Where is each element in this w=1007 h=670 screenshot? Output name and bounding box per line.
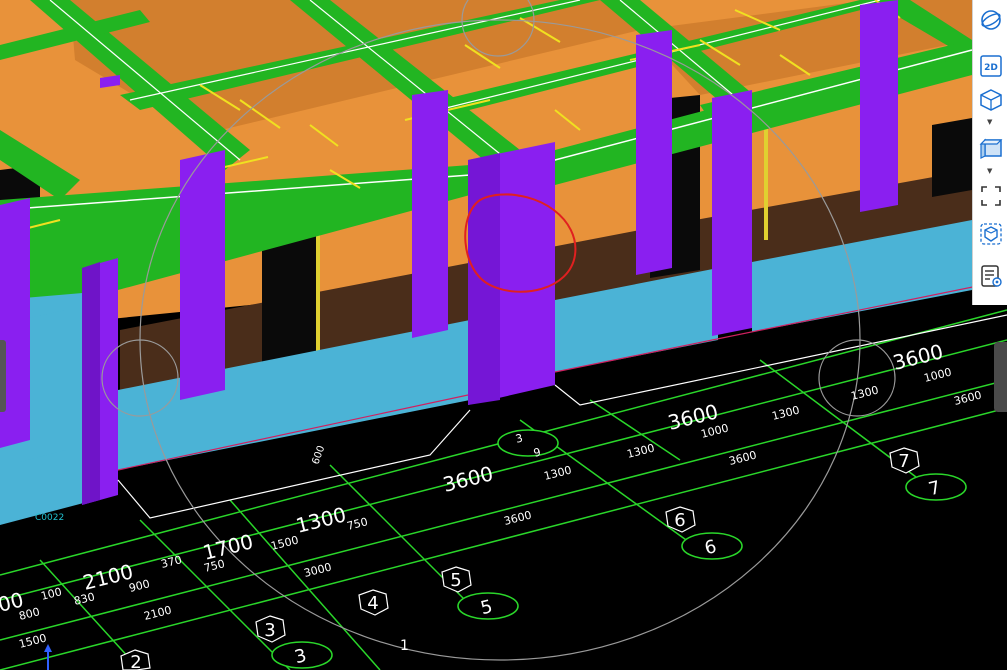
view-2d-button[interactable]: 2D bbox=[977, 52, 1005, 80]
model-3d-viewport[interactable]: 3600 3600 3600 1300 1700 2100 00 1000 36… bbox=[0, 0, 1007, 670]
orbit-icon[interactable] bbox=[977, 6, 1005, 34]
column bbox=[712, 90, 752, 336]
right-panel-handle[interactable] bbox=[994, 342, 1007, 412]
column-side bbox=[468, 153, 500, 405]
grid-bubble-upper: 7 bbox=[898, 451, 909, 472]
view-toolbar: 2D ▼ ▼ bbox=[972, 0, 1007, 305]
column bbox=[180, 150, 225, 400]
column bbox=[860, 0, 898, 212]
grid-bubble-upper: 3 bbox=[264, 620, 275, 641]
chevron-down-icon[interactable]: ▼ bbox=[987, 119, 992, 126]
chevron-down-icon[interactable]: ▼ bbox=[987, 168, 992, 175]
grid-bubble-upper: 5 bbox=[450, 570, 461, 591]
column bbox=[636, 30, 672, 275]
grid-bubble-upper: 2 bbox=[130, 652, 141, 670]
svg-text:2D: 2D bbox=[984, 63, 998, 73]
column-side bbox=[82, 262, 100, 505]
left-panel-handle[interactable] bbox=[0, 340, 6, 412]
zoom-extents-icon[interactable] bbox=[977, 182, 1005, 210]
wall-tag: C0022 bbox=[35, 513, 64, 523]
view-solid-cube-icon[interactable] bbox=[977, 134, 1005, 162]
section-box-icon[interactable] bbox=[977, 220, 1005, 248]
properties-panel-icon[interactable] bbox=[977, 262, 1005, 290]
svg-text:1: 1 bbox=[400, 638, 409, 654]
grid-bubble-upper: 6 bbox=[674, 510, 685, 531]
grid-bubble-upper: 4 bbox=[367, 593, 378, 614]
opening bbox=[932, 118, 972, 197]
column bbox=[412, 90, 448, 338]
opening bbox=[262, 232, 318, 370]
view-3d-cube-icon[interactable] bbox=[977, 86, 1005, 114]
